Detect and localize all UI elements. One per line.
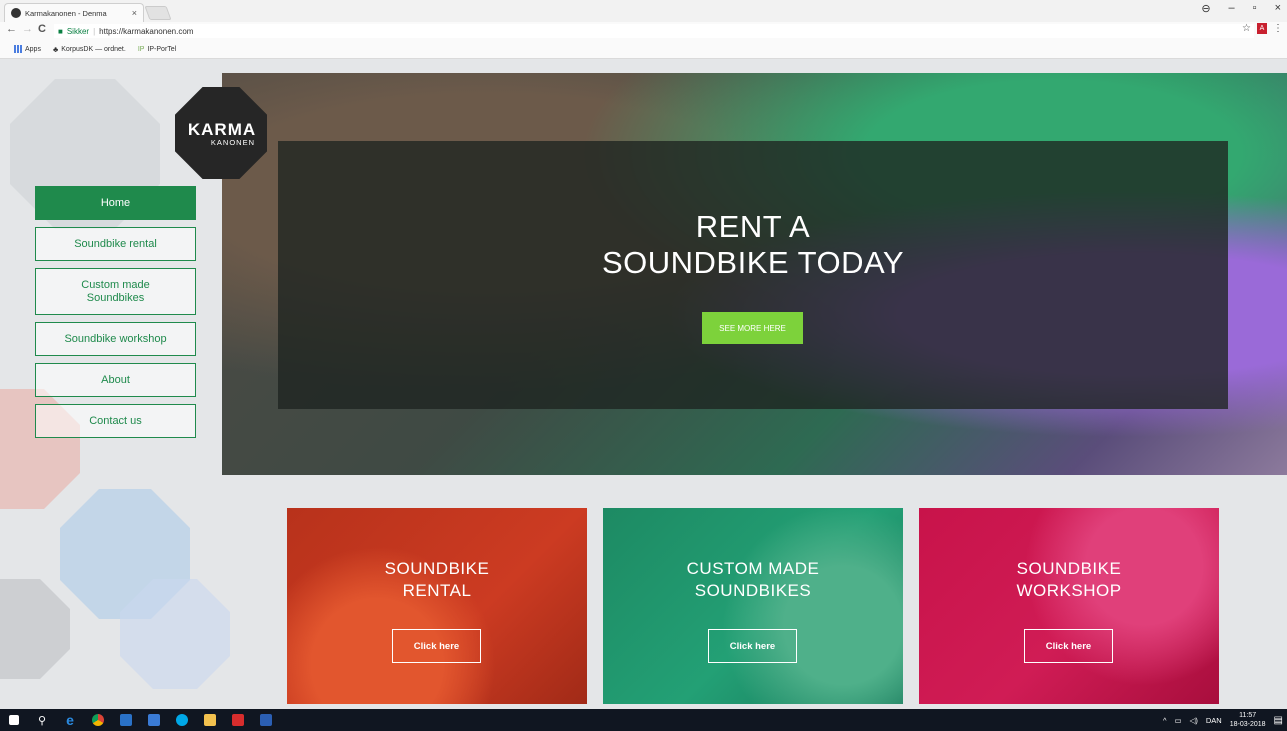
hero-title-line1: RENT A <box>695 209 811 244</box>
apps-grid-icon <box>14 45 22 53</box>
pdf-extension-icon[interactable]: A <box>1257 23 1267 34</box>
hero-title-line2: SOUNDBIKE TODAY <box>601 245 905 280</box>
skype-icon[interactable] <box>168 709 196 731</box>
file-explorer-icon[interactable] <box>196 709 224 731</box>
secure-label: Sikker <box>66 26 90 36</box>
separator: | <box>93 26 96 36</box>
card-workshop-button[interactable]: Click here <box>1024 629 1113 663</box>
address-bar[interactable]: ■ Sikker | https://karmakanonen.com <box>54 24 1254 38</box>
search-icon[interactable]: ⚲ <box>28 709 56 731</box>
bookmark-favicon-icon: ♣ <box>52 44 59 54</box>
card-soundbike-rental: SOUNDBIKE RENTAL Click here <box>287 508 587 704</box>
reload-icon[interactable]: C <box>38 23 46 35</box>
nav-home[interactable]: Home <box>35 186 196 220</box>
forward-icon[interactable]: → <box>22 23 33 35</box>
karmakanonen-logo[interactable]: KARMA KANONEN <box>175 87 267 179</box>
card-title-line2: RENTAL <box>402 581 472 600</box>
maximize-button[interactable]: ▫ <box>1253 2 1257 15</box>
card-rental-button[interactable]: Click here <box>392 629 481 663</box>
nav-about[interactable]: About <box>35 363 196 397</box>
tray-chevron-icon[interactable]: ^ <box>1163 716 1167 725</box>
card-title-line1: SOUNDBIKE <box>384 559 490 578</box>
lock-icon: ■ <box>58 26 63 36</box>
url-text: https://karmakanonen.com <box>99 26 194 36</box>
system-tray: ^ ▭ ◁) DAN 11:57 18-03-2018 ▤ <box>1163 709 1283 731</box>
toolbar-right: ☆ A ⋮ <box>1242 23 1283 34</box>
edge-browser-icon[interactable]: e <box>56 709 84 731</box>
browser-menu-icon[interactable]: ⋮ <box>1273 23 1283 34</box>
card-title-line1: CUSTOM MADE <box>686 559 820 578</box>
back-icon[interactable]: ← <box>6 23 17 35</box>
nav-custom-made-soundbikes[interactable]: Custom made Soundbikes <box>35 268 196 315</box>
clock-date: 18-03-2018 <box>1229 721 1266 728</box>
bookmarks-bar: Apps ♣ KorpusDK — ordnet. IP IP-PorTel <box>0 40 1287 59</box>
card-custom-button[interactable]: Click here <box>708 629 797 663</box>
clock-time: 11:57 <box>1239 712 1257 719</box>
browser-toolbar: ← → C ■ Sikker | https://karmakanonen.co… <box>0 22 1287 40</box>
people-icon[interactable] <box>140 709 168 731</box>
card-title: SOUNDBIKE WORKSHOP <box>919 558 1219 602</box>
bookmark-korpusdk[interactable]: ♣ KorpusDK — ordnet. <box>53 45 126 54</box>
hero-title: RENT A SOUNDBIKE TODAY <box>278 209 1228 281</box>
volume-icon[interactable]: ◁) <box>1190 716 1198 725</box>
site-favicon-icon <box>11 8 21 18</box>
profile-icon[interactable]: ⊖ <box>1201 2 1210 15</box>
see-more-button[interactable]: SEE MORE HERE <box>702 312 803 344</box>
outlook-icon[interactable] <box>112 709 140 731</box>
bookmark-label: KorpusDK — ordnet. <box>61 45 126 53</box>
language-indicator[interactable]: DAN <box>1206 716 1222 725</box>
word-icon[interactable] <box>252 709 280 731</box>
new-tab-button[interactable] <box>144 6 172 20</box>
web-page: RENT A SOUNDBIKE TODAY SEE MORE HERE KAR… <box>0 59 1287 709</box>
bookmark-label: Apps <box>25 45 41 53</box>
logo-line1: KARMA <box>187 120 257 139</box>
bookmark-label: IP-PorTel <box>147 45 177 53</box>
card-title-line1: SOUNDBIKE <box>1016 559 1122 578</box>
tab-close-icon[interactable]: × <box>132 8 137 18</box>
card-custom-made-soundbikes: CUSTOM MADE SOUNDBIKES Click here <box>603 508 903 704</box>
notifications-icon[interactable]: ▤ <box>1274 715 1283 726</box>
windows-taskbar: ⚲ e ^ ▭ ◁) DAN 11:57 18-03-2018 ▤ <box>0 709 1287 731</box>
network-icon[interactable]: ▭ <box>1175 716 1182 725</box>
card-title: SOUNDBIKE RENTAL <box>287 558 587 602</box>
windows-start-icon[interactable] <box>0 709 28 731</box>
card-title-line2: SOUNDBIKES <box>694 581 812 600</box>
logo-line2: KANONEN <box>210 138 255 147</box>
nav-soundbike-workshop[interactable]: Soundbike workshop <box>35 322 196 356</box>
minimize-button[interactable]: – <box>1229 2 1235 15</box>
nav-soundbike-rental[interactable]: Soundbike rental <box>35 227 196 261</box>
decorative-shape <box>120 579 230 689</box>
bookmark-ip-portel[interactable]: IP IP-PorTel <box>138 46 176 53</box>
window-controls: ⊖ – ▫ × <box>1201 2 1281 15</box>
bookmark-apps[interactable]: Apps <box>14 45 41 53</box>
bookmark-ip-icon: IP <box>137 45 145 53</box>
card-title-line2: WORKSHOP <box>1016 581 1122 600</box>
browser-tab[interactable]: Karmakanonen - Denma × <box>4 3 144 22</box>
card-soundbike-workshop: SOUNDBIKE WORKSHOP Click here <box>919 508 1219 704</box>
acrobat-icon[interactable] <box>224 709 252 731</box>
nav-contact-us[interactable]: Contact us <box>35 404 196 438</box>
tab-strip: Karmakanonen - Denma × ⊖ – ▫ × <box>0 0 1287 22</box>
bookmark-star-icon[interactable]: ☆ <box>1242 23 1251 34</box>
chrome-icon[interactable] <box>84 709 112 731</box>
tab-title: Karmakanonen - Denma <box>25 8 107 18</box>
card-title: CUSTOM MADE SOUNDBIKES <box>603 558 903 602</box>
decorative-shape <box>0 579 70 679</box>
close-window-button[interactable]: × <box>1275 2 1281 15</box>
clock[interactable]: 11:57 18-03-2018 <box>1230 711 1266 729</box>
